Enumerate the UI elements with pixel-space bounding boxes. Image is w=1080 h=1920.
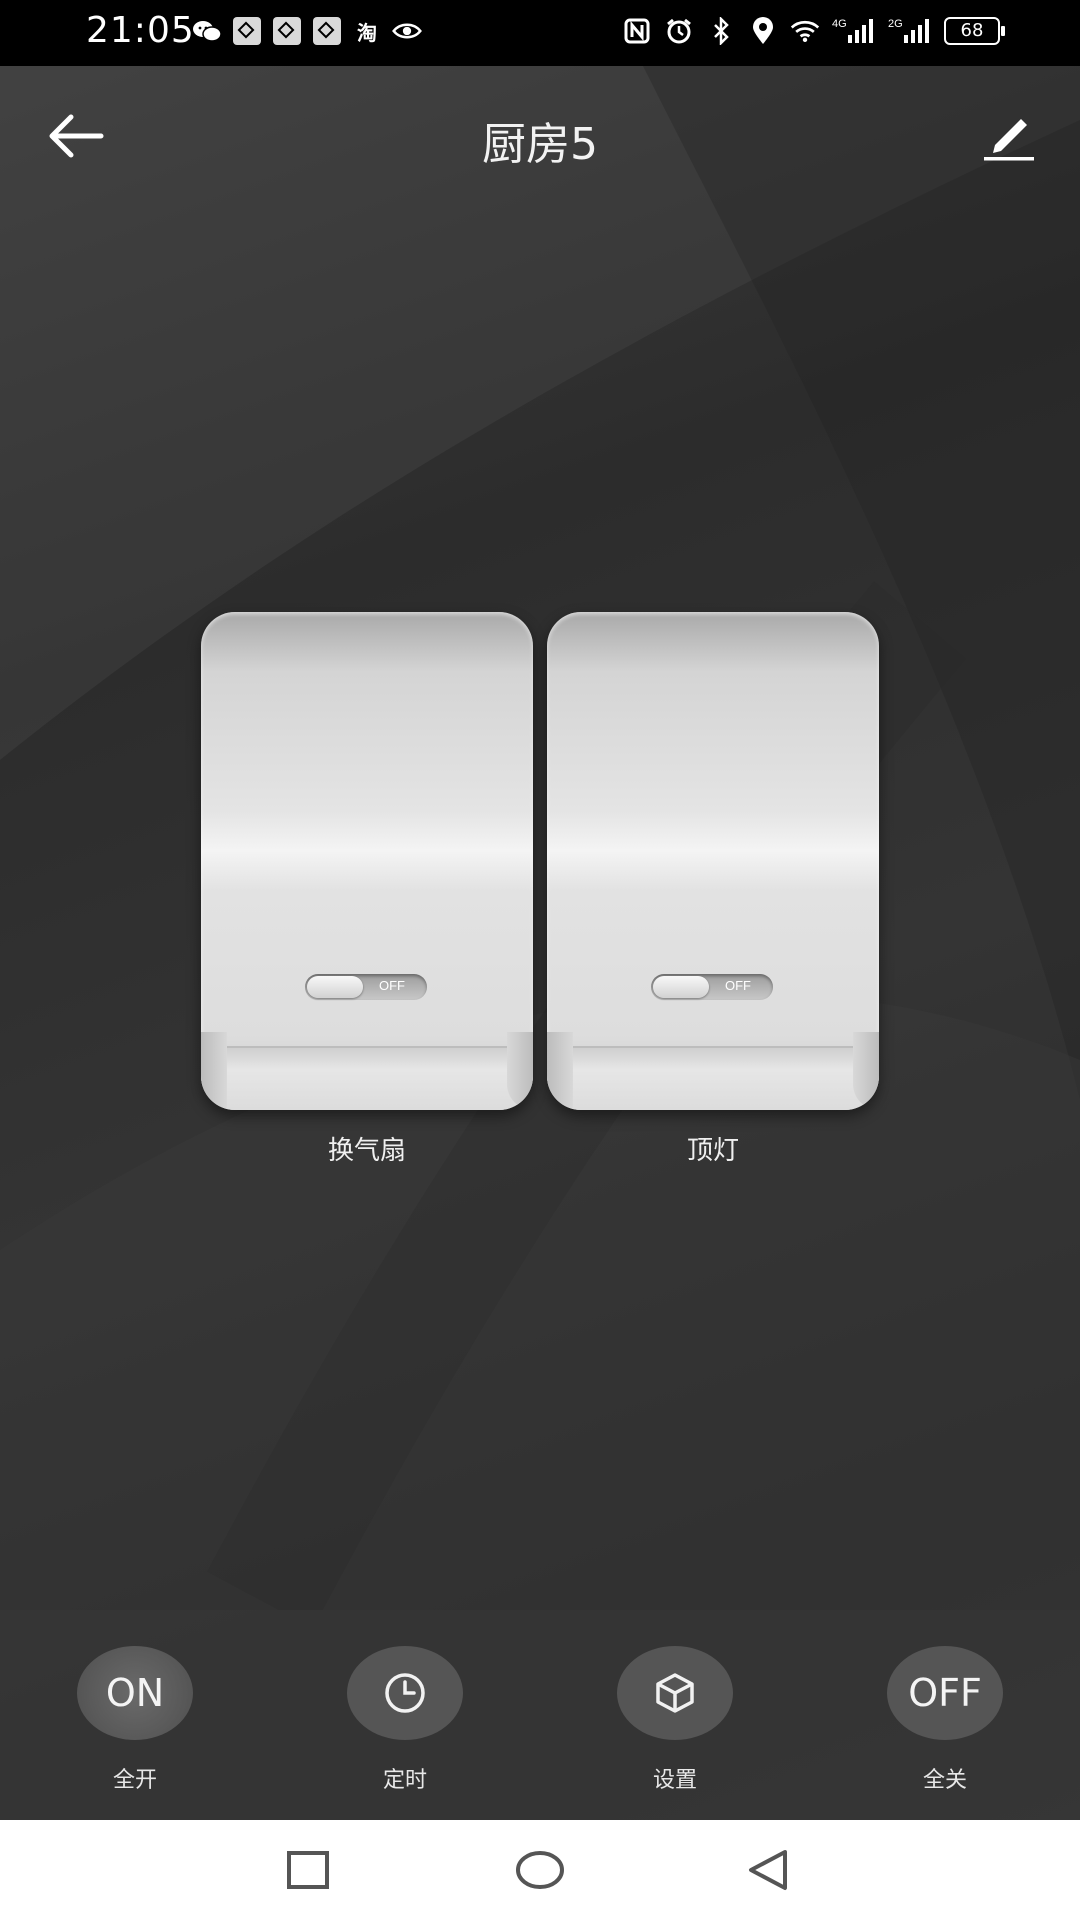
navigation-bar bbox=[0, 1820, 1080, 1920]
switch-ventilation-fan[interactable]: OFF bbox=[201, 612, 533, 1110]
back-icon bbox=[749, 1850, 787, 1890]
all-on-label: 全开 bbox=[112, 1768, 157, 1793]
status-time: 21:05 bbox=[86, 10, 195, 51]
switch-face: OFF bbox=[547, 612, 879, 1110]
toggle-knob bbox=[653, 976, 709, 998]
switch-base bbox=[547, 1032, 879, 1110]
pencil-icon bbox=[984, 119, 1034, 161]
toggle-knob bbox=[307, 976, 363, 998]
status-bar: 21:05 淘 4G 2G 68 bbox=[0, 0, 1080, 66]
alarm-icon bbox=[664, 16, 694, 46]
switch-state-toggle: OFF bbox=[305, 974, 427, 1000]
home-button[interactable] bbox=[500, 1838, 580, 1902]
page-title: 厨房5 bbox=[482, 119, 598, 170]
on-icon: ON bbox=[77, 1646, 193, 1740]
system-icons: 4G 2G 68 bbox=[622, 16, 1005, 46]
switch-ceiling-light[interactable]: OFF bbox=[547, 612, 879, 1110]
all-off-button[interactable]: OFF 全关 bbox=[845, 1646, 1045, 1794]
wifi-icon bbox=[790, 16, 820, 46]
switch-face: OFF bbox=[201, 612, 533, 1110]
signal-4g-icon: 4G bbox=[832, 16, 876, 46]
app-icon bbox=[312, 16, 342, 46]
nfc-icon bbox=[622, 16, 652, 46]
app-icon bbox=[232, 16, 262, 46]
switch-state-toggle: OFF bbox=[651, 974, 773, 1000]
settings-label: 设置 bbox=[652, 1768, 697, 1793]
all-off-label: 全关 bbox=[922, 1768, 967, 1793]
all-on-button[interactable]: ON 全开 bbox=[35, 1646, 235, 1794]
switch-label: 换气扇 bbox=[327, 1136, 406, 1166]
eye-icon bbox=[392, 16, 422, 46]
wechat-icon bbox=[192, 16, 222, 46]
location-icon bbox=[748, 16, 778, 46]
home-icon bbox=[516, 1851, 564, 1889]
screen: 21:05 淘 4G 2G 68 厨房5 OFF 换气扇 OFF 顶灯 ON 全… bbox=[0, 0, 1080, 1920]
timer-button[interactable]: 定时 bbox=[305, 1646, 505, 1794]
recent-apps-button[interactable] bbox=[268, 1838, 348, 1902]
switch-label: 顶灯 bbox=[686, 1136, 739, 1166]
header: 厨房5 bbox=[0, 66, 1080, 206]
net-2g-label: 2G bbox=[888, 18, 903, 30]
battery-indicator: 68 bbox=[944, 17, 1005, 45]
clock-icon bbox=[347, 1646, 463, 1740]
net-4g-label: 4G bbox=[832, 18, 847, 30]
recent-apps-icon bbox=[287, 1851, 329, 1889]
app-icon bbox=[272, 16, 302, 46]
taobao-icon: 淘 bbox=[357, 20, 377, 45]
timer-label: 定时 bbox=[382, 1768, 427, 1793]
switch-state-label: OFF bbox=[379, 978, 405, 993]
switch-state-label: OFF bbox=[725, 978, 751, 993]
signal-2g-icon: 2G bbox=[888, 16, 932, 46]
settings-button[interactable]: 设置 bbox=[575, 1646, 775, 1794]
bluetooth-icon bbox=[706, 16, 736, 46]
notification-icons: 淘 bbox=[192, 16, 422, 46]
edit-button[interactable] bbox=[974, 106, 1044, 166]
nav-back-button[interactable] bbox=[728, 1838, 808, 1902]
switch-base bbox=[201, 1032, 533, 1110]
action-bar: ON 全开 定时 设置 OFF 全关 bbox=[0, 1610, 1080, 1820]
cube-icon bbox=[617, 1646, 733, 1740]
off-icon: OFF bbox=[887, 1646, 1003, 1740]
